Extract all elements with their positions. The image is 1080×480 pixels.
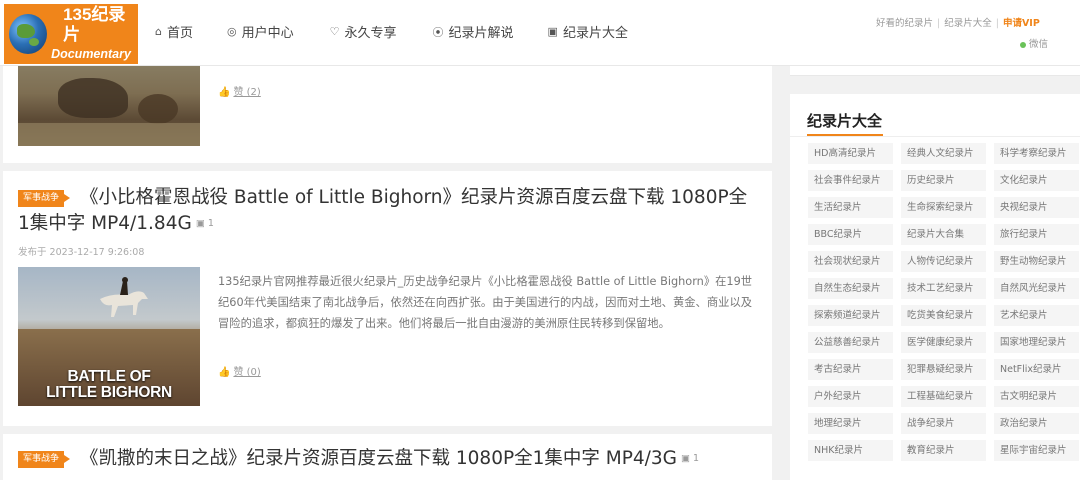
category-link[interactable]: 国家地理纪录片 (994, 332, 1079, 353)
category-link[interactable]: 地理纪录片 (808, 413, 893, 434)
post-excerpt: 135纪录片官网推荐最近很火纪录片_历史战争纪录片《小比格霍恩战役 Battle… (218, 275, 753, 330)
image-count: ▣ 1 (681, 453, 700, 464)
nav-item-home[interactable]: ⌂ 首页 (155, 22, 193, 41)
thumbnail-caption-line2: LITTLE BIGHORN (46, 384, 172, 401)
category-link[interactable]: HD高清纪录片 (808, 143, 893, 164)
category-link[interactable]: 考古纪录片 (808, 359, 893, 380)
category-link[interactable]: 艺术纪录片 (994, 305, 1079, 326)
category-link[interactable]: 纪录片大合集 (901, 224, 986, 245)
thumbnail-shape (58, 78, 128, 118)
nav-label: 用户中心 (241, 26, 294, 41)
category-link[interactable]: NetFlix纪录片 (994, 359, 1079, 380)
category-link[interactable]: 犯罪悬疑纪录片 (901, 359, 986, 380)
video-icon: ▣ (547, 25, 558, 38)
category-link[interactable]: 经典人文纪录片 (901, 143, 986, 164)
nav-item-catalog[interactable]: ▣ 纪录片大全 (548, 22, 628, 41)
category-link[interactable]: 历史纪录片 (901, 170, 986, 191)
post-title-text[interactable]: 《小比格霍恩战役 Battle of Little Bighorn》纪录片资源百… (18, 187, 747, 234)
heart-icon: ♡ (329, 25, 340, 38)
image-count: ▣ 1 (195, 218, 214, 229)
thumbnail-caption: BATTLE OF LITTLE BIGHORN (18, 369, 200, 401)
category-link[interactable]: 自然生态纪录片 (808, 278, 893, 299)
post-title[interactable]: 《小比格霍恩战役 Battle of Little Bighorn》纪录片资源百… (18, 185, 758, 237)
category-grid: HD高清纪录片 经典人文纪录片 科学考察纪录片社会事件纪录片 历史纪录片 文化纪录片生活… (808, 143, 1080, 461)
top-link-good-docs[interactable]: 好看的纪录片 (876, 18, 933, 29)
nav-item-user-center[interactable]: ◎ 用户中心 (227, 22, 294, 41)
wechat-link[interactable]: 微信 (1020, 36, 1048, 50)
site-logo[interactable]: 135纪录片 Documentary (4, 4, 138, 64)
thumbnail-shape (18, 123, 200, 146)
category-link[interactable]: 探索频道纪录片 (808, 305, 893, 326)
apply-vip-link[interactable]: 申请VIP (1003, 18, 1040, 29)
category-link[interactable]: 科学考察纪录片 (994, 143, 1079, 164)
nav-label: 纪录片解说 (448, 26, 514, 41)
wechat-icon (1020, 41, 1026, 48)
post-thumbnail[interactable] (18, 58, 200, 146)
sidebar-title: 纪录片大全 (807, 112, 883, 130)
category-link[interactable]: 户外纪录片 (808, 386, 893, 407)
post-divider (3, 163, 772, 171)
category-link[interactable]: 野生动物纪录片 (994, 251, 1079, 272)
post-title-text[interactable]: 《凯撒的末日之战》纪录片资源百度云盘下载 1080P全1集中字 MP4/3G (80, 448, 677, 469)
post-thumbnail[interactable]: BATTLE OF LITTLE BIGHORN (18, 267, 200, 406)
post-divider (3, 426, 772, 434)
image-count-value: 1 (207, 218, 214, 229)
thumbs-up-icon: 👍 (218, 367, 231, 378)
category-link[interactable]: 吃货美食纪录片 (901, 305, 986, 326)
category-link[interactable]: 人物传记纪录片 (901, 251, 986, 272)
category-link[interactable]: 政治纪录片 (994, 413, 1079, 434)
category-link[interactable]: 教育纪录片 (901, 440, 986, 461)
category-link[interactable]: 生命探索纪录片 (901, 197, 986, 218)
broadcast-icon: ⦿ (432, 25, 444, 39)
category-link[interactable]: 公益慈善纪录片 (808, 332, 893, 353)
post-title[interactable]: 《凯撒的末日之战》纪录片资源百度云盘下载 1080P全1集中字 MP4/3G ▣ … (18, 446, 758, 472)
sidebar-category-widget: 纪录片大全 HD高清纪录片 经典人文纪录片 科学考察纪录片社会事件纪录片 历史纪录片文… (790, 94, 1080, 480)
logo-subtitle: Documentary (51, 47, 131, 61)
nav-item-commentary[interactable]: ⦿ 纪录片解说 (432, 22, 514, 42)
category-link[interactable]: 技术工艺纪录片 (901, 278, 986, 299)
nav-label: 纪录片大全 (562, 26, 628, 41)
sidebar-title-underline (807, 134, 883, 136)
post-date: 发布于 2023-12-17 9:26:08 (18, 247, 145, 258)
top-link-catalog[interactable]: 纪录片大全 (944, 18, 992, 29)
category-link[interactable]: 医学健康纪录片 (901, 332, 986, 353)
horse-rider-silhouette (100, 277, 148, 317)
thumbnail-shape (138, 94, 178, 124)
image-count-value: 1 (693, 453, 700, 464)
logo-title: 135纪录片 (63, 5, 126, 44)
category-link[interactable]: 战争纪录片 (901, 413, 986, 434)
category-link[interactable]: 古文明纪录片 (994, 386, 1079, 407)
category-link[interactable]: 社会现状纪录片 (808, 251, 893, 272)
top-link-separator: | (995, 18, 999, 29)
category-link[interactable]: 工程基础纪录片 (901, 386, 986, 407)
category-link[interactable]: NHK纪录片 (808, 440, 893, 461)
top-link-separator: | (937, 18, 941, 29)
category-link[interactable]: BBC纪录片 (808, 224, 893, 245)
category-link[interactable]: 央视纪录片 (994, 197, 1079, 218)
site-header: 135纪录片 Documentary ⌂ 首页 ◎ 用户中心 ♡ 永久专享 ⦿ 纪录片解… (0, 0, 1080, 66)
sidebar-title-line (790, 136, 1080, 137)
nav-label: 永久专享 (344, 26, 397, 41)
like-count: 赞 (0) (233, 367, 261, 378)
category-link[interactable]: 生活纪录片 (808, 197, 893, 218)
category-link[interactable]: 旅行纪录片 (994, 224, 1079, 245)
thumbnail-caption-line1: BATTLE OF (67, 368, 151, 385)
category-link[interactable]: 自然风光纪录片 (994, 278, 1079, 299)
thumbs-up-icon: 👍 (218, 87, 231, 98)
user-icon: ◎ (227, 25, 237, 38)
logo-text: 135纪录片 Documentary (51, 5, 138, 63)
category-link[interactable]: 社会事件纪录片 (808, 170, 893, 191)
nav-item-permanent[interactable]: ♡ 永久专享 (330, 22, 397, 41)
top-links: 好看的纪录片 | 纪录片大全 | 申请VIP (876, 15, 1040, 29)
home-icon: ⌂ (155, 25, 162, 38)
category-link[interactable]: 星际宇宙纪录片 (994, 440, 1079, 461)
main-nav: ⌂ 首页 ◎ 用户中心 ♡ 永久专享 ⦿ 纪录片解说 ▣ 纪录片大全 (155, 22, 662, 41)
nav-label: 首页 (166, 26, 193, 41)
like-button[interactable]: 👍 赞 (0) (218, 363, 261, 378)
like-button[interactable]: 👍 赞 (2) (218, 83, 261, 98)
like-count: 赞 (2) (233, 87, 261, 98)
category-link[interactable]: 文化纪录片 (994, 170, 1079, 191)
globe-icon (9, 14, 48, 54)
wechat-label: 微信 (1029, 39, 1049, 50)
